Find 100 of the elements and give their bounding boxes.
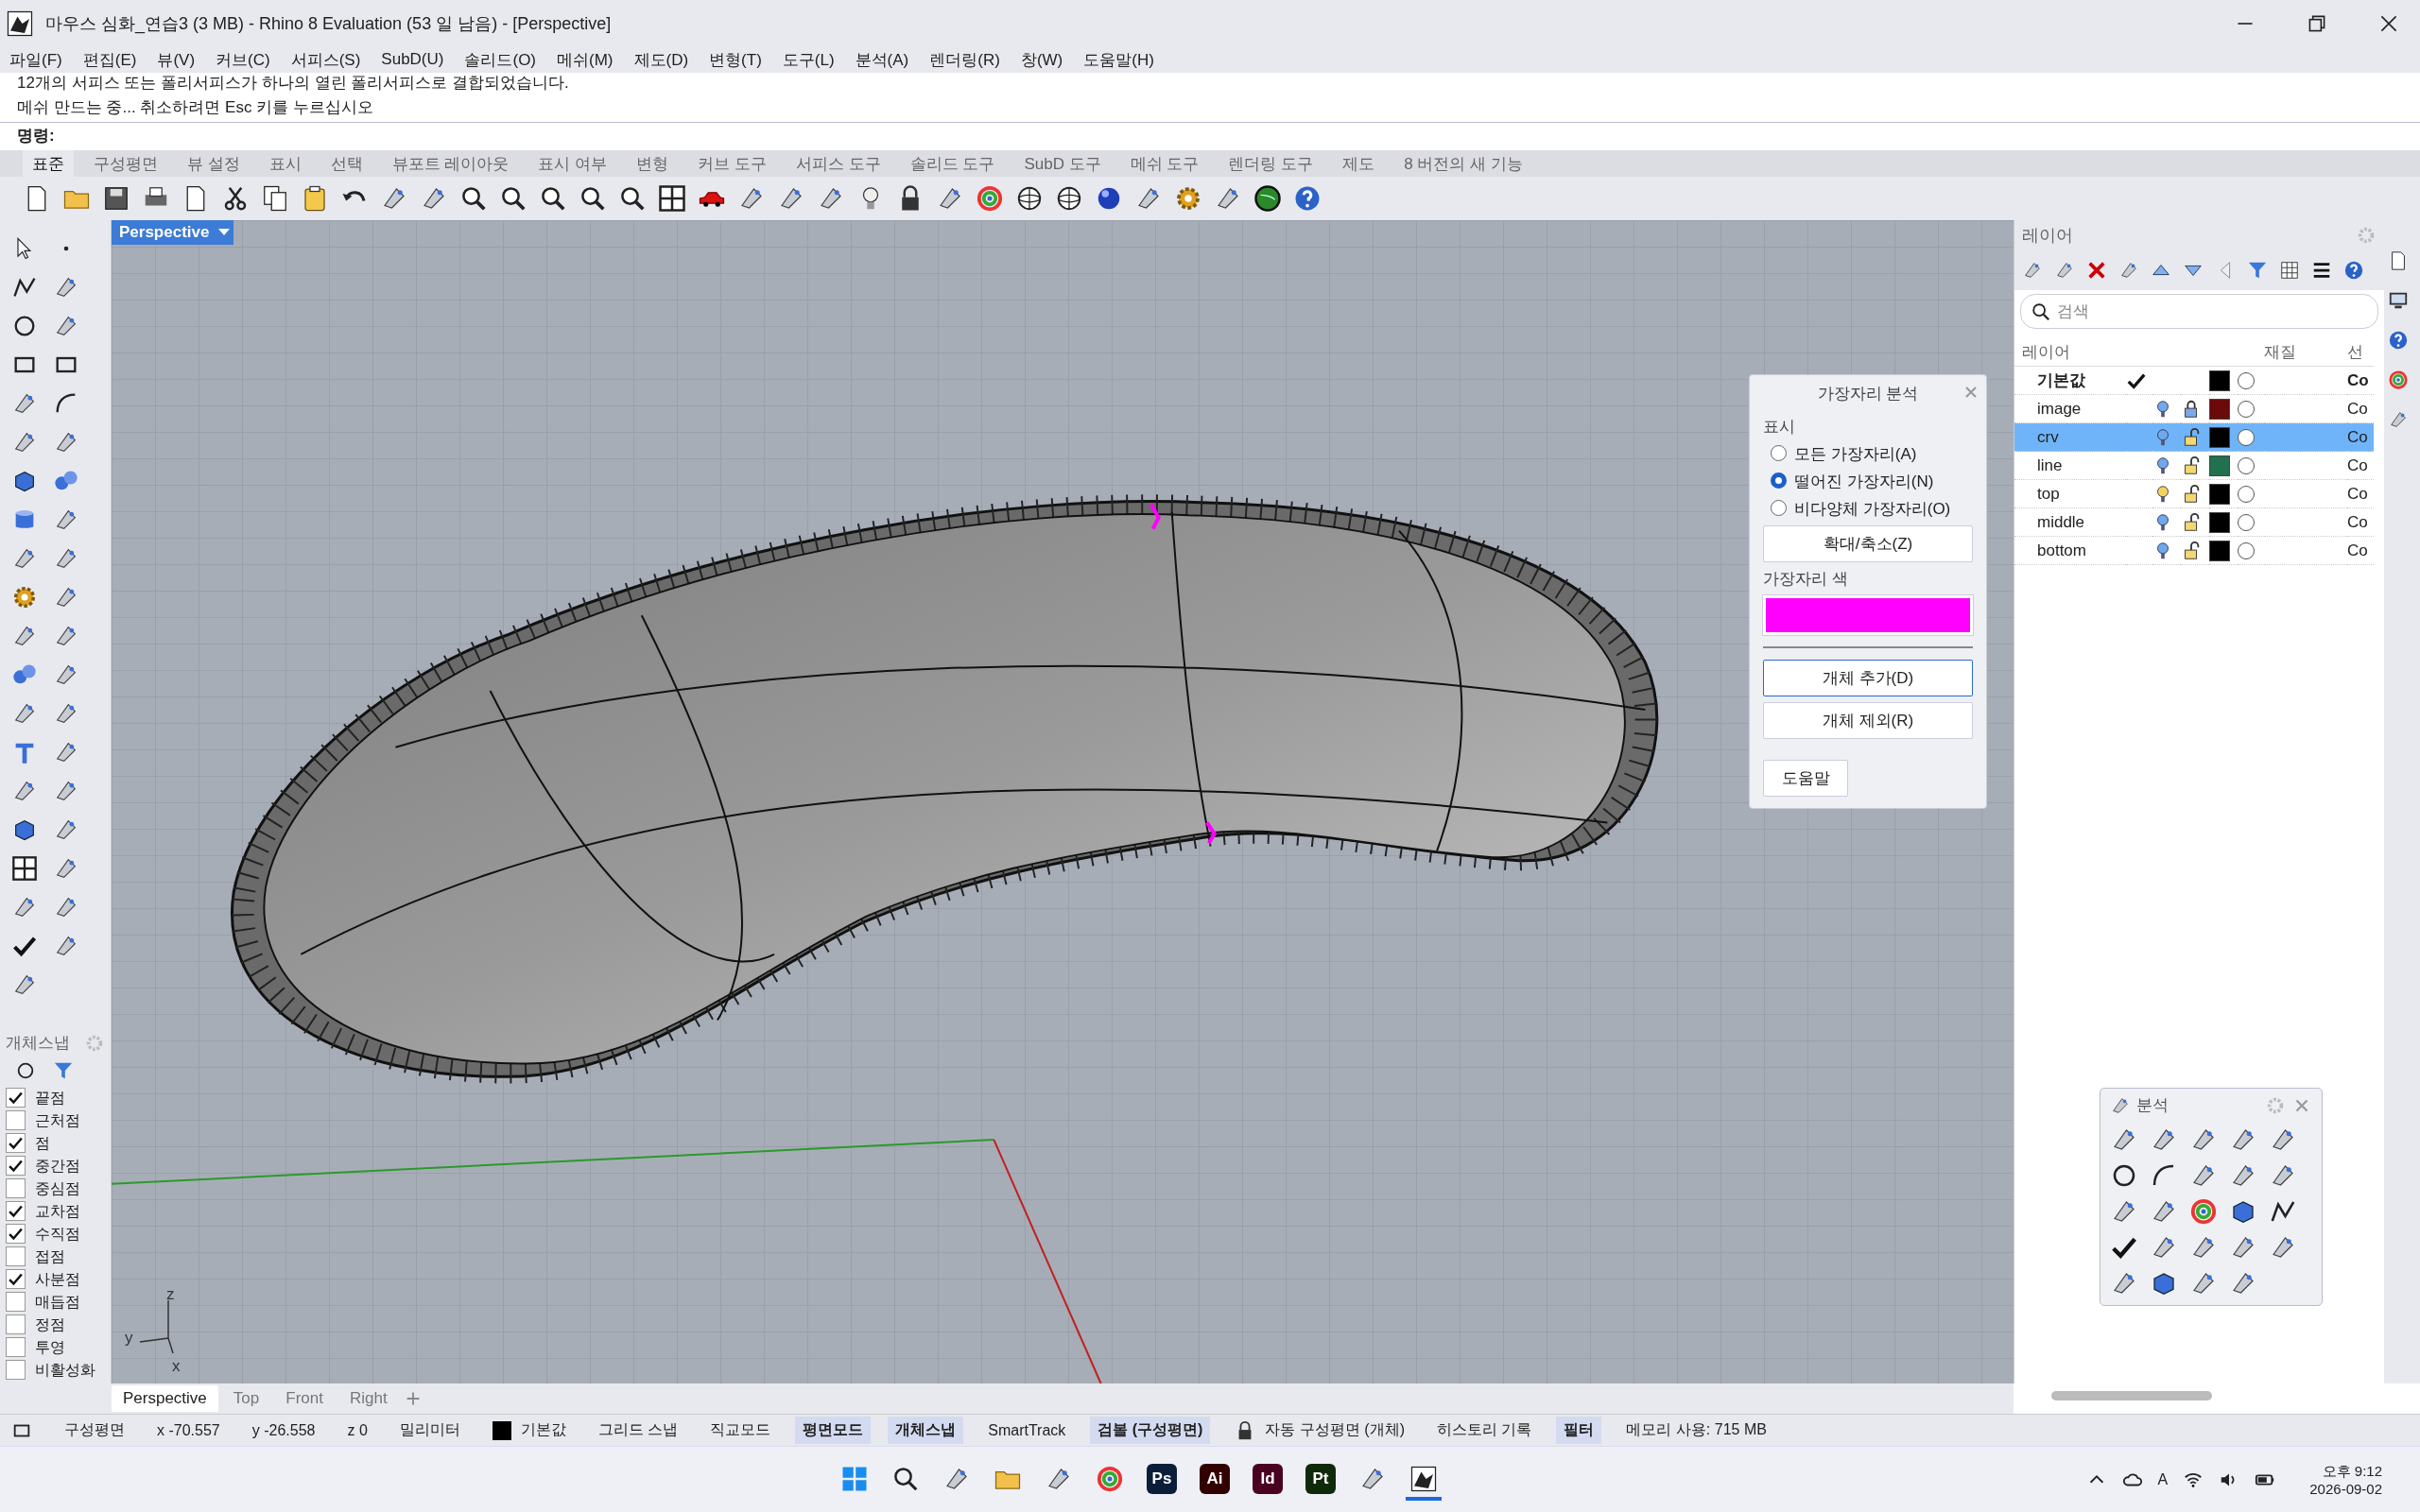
snap-target-icon[interactable]: [15, 1060, 36, 1081]
app-button[interactable]: Ps: [1147, 1463, 1177, 1494]
delete-icon[interactable]: [2086, 260, 2107, 281]
toolbar-tab[interactable]: 변형: [636, 152, 669, 175]
color-swatch[interactable]: [1763, 595, 1973, 635]
layer-row[interactable]: bottom Co: [2014, 537, 2384, 565]
toolbar-tab[interactable]: 8 버전의 새 기능: [1404, 152, 1523, 175]
menu-item[interactable]: 메쉬(M): [557, 48, 614, 71]
menu-item[interactable]: 서피스(S): [290, 48, 361, 71]
funnel-icon[interactable]: [2247, 260, 2268, 281]
checkbox[interactable]: [6, 1133, 26, 1153]
app-button[interactable]: Id: [1253, 1463, 1283, 1494]
layer-row[interactable]: top Co: [2014, 480, 2384, 508]
app-icon[interactable]: [1409, 1464, 1438, 1493]
checkbox[interactable]: [6, 1088, 26, 1108]
status-toggle[interactable]: 그리드 스냅: [597, 1420, 679, 1440]
viewport-title[interactable]: Perspective: [112, 220, 234, 245]
dialog-button[interactable]: 개체 추가(D): [1763, 660, 1973, 696]
sphere-icon[interactable]: [1055, 184, 1083, 213]
magnifier-icon[interactable]: [499, 184, 527, 213]
status-toggle[interactable]: SmartTrack: [988, 1421, 1066, 1439]
help-icon[interactable]: [2388, 330, 2409, 351]
checkbox[interactable]: [6, 1246, 26, 1266]
toolbar-tab[interactable]: 커브 도구: [698, 152, 767, 175]
status-toggle[interactable]: 직교모드: [710, 1420, 771, 1440]
menu-item[interactable]: 도구(L): [782, 48, 835, 71]
viewport-tab[interactable]: Perspective: [112, 1385, 218, 1412]
tool-icon[interactable]: [2388, 409, 2409, 430]
menu-item[interactable]: SubD(U): [381, 50, 444, 69]
toolbar-tab[interactable]: 선택: [330, 152, 363, 175]
tool-icon[interactable]: [2054, 260, 2075, 281]
checkbox[interactable]: [6, 1110, 26, 1130]
layer-color-swatch[interactable]: [2209, 511, 2230, 533]
clock-date[interactable]: 2026-09-02: [2309, 1480, 2382, 1497]
table-icon[interactable]: [2279, 260, 2300, 281]
menu-item[interactable]: 변형(T): [709, 48, 762, 71]
menu-item[interactable]: 편집(E): [82, 48, 137, 71]
status-toggle[interactable]: 평면모드: [795, 1417, 872, 1444]
toolbar-tab[interactable]: 솔리드 도구: [909, 152, 995, 175]
toolbar-tab[interactable]: 표시: [268, 152, 302, 175]
status-toggle[interactable]: 히스토리 기록: [1436, 1420, 1532, 1440]
zoom-button[interactable]: 확대/축소(Z): [1763, 525, 1973, 562]
layer-row[interactable]: crv Co: [2014, 423, 2384, 452]
checkbox[interactable]: [6, 1178, 26, 1198]
menu-icon[interactable]: [2311, 260, 2332, 281]
material-circle-icon[interactable]: [2238, 456, 2255, 474]
grid-icon[interactable]: [11, 855, 38, 882]
gear-icon[interactable]: [11, 584, 38, 610]
toolbar-tab[interactable]: SubD 도구: [1024, 152, 1101, 175]
layer-row[interactable]: 기본값 Co: [2014, 367, 2384, 395]
toolbar-tab[interactable]: 표준: [23, 148, 74, 179]
magnifier-icon[interactable]: [459, 184, 488, 213]
material-circle-icon[interactable]: [2238, 513, 2255, 531]
toolbar-tab[interactable]: 메쉬 도구: [1130, 152, 1200, 175]
app-button[interactable]: Pt: [1305, 1463, 1336, 1494]
material-circle-icon[interactable]: [2238, 428, 2255, 446]
viewport[interactable]: Perspective z y x 가장자리 분석 표시 모든 가장자리(A) 떨어진 가장자리(N) 비다양체 가장자리(O) 확대/축소(Z) 가장자리 색 개체 추가(D) 개체 제외(R) 도움말: [112, 220, 2014, 1383]
menu-item[interactable]: 분석(A): [855, 48, 909, 71]
checkbox[interactable]: [6, 1269, 26, 1289]
sphere-icon[interactable]: [1015, 184, 1044, 213]
surface-drawing[interactable]: [231, 494, 1658, 1084]
scrollbar[interactable]: [2051, 1391, 2212, 1400]
radio-button[interactable]: [1771, 472, 1787, 489]
toolbar-tab[interactable]: 렌더링 도구: [1228, 152, 1314, 175]
help-button[interactable]: 도움말: [1763, 760, 1848, 797]
checkbox[interactable]: [6, 1201, 26, 1221]
layer-color-swatch[interactable]: [2209, 398, 2230, 420]
color-wheel-icon[interactable]: [2189, 1197, 2218, 1226]
status-toggle[interactable]: 개체스냅: [888, 1417, 964, 1444]
status-toggle[interactable]: 필터: [1556, 1417, 1602, 1444]
radio-button[interactable]: [1771, 500, 1787, 516]
toolbar-tab[interactable]: 구성평면: [94, 152, 158, 175]
menu-item[interactable]: 파일(F): [9, 48, 62, 71]
color-wheel-icon[interactable]: [976, 184, 1004, 213]
checkbox[interactable]: [6, 1156, 26, 1176]
magnifier-icon[interactable]: [618, 184, 647, 213]
layer-color-swatch[interactable]: [2209, 540, 2230, 561]
tool-icon[interactable]: [2022, 260, 2043, 281]
copy-icon[interactable]: [261, 184, 289, 213]
layer-row[interactable]: middle Co: [2014, 508, 2384, 537]
monitor-icon[interactable]: [2388, 290, 2409, 311]
funnel-icon[interactable]: [53, 1060, 74, 1081]
material-circle-icon[interactable]: [2238, 400, 2255, 418]
toolbar-tab[interactable]: 표시 여부: [538, 152, 608, 175]
clock-time[interactable]: 오후 9:12: [2322, 1462, 2382, 1481]
menu-item[interactable]: 창(W): [1020, 48, 1063, 71]
checkbox[interactable]: [6, 1314, 26, 1334]
globe-icon[interactable]: [1253, 184, 1282, 213]
checkbox[interactable]: [6, 1337, 26, 1357]
checkbox[interactable]: [6, 1224, 26, 1244]
menu-item[interactable]: 도움말(H): [1083, 48, 1154, 71]
status-layer[interactable]: 기본값: [520, 1420, 566, 1440]
help-icon[interactable]: [1293, 184, 1322, 213]
viewport-tab[interactable]: Front: [274, 1385, 335, 1412]
checkbox[interactable]: [6, 1360, 26, 1380]
menu-item[interactable]: 제도(D): [633, 48, 689, 71]
search-field[interactable]: 검색: [2020, 294, 2378, 329]
magnifier-icon[interactable]: [539, 184, 567, 213]
layer-color-swatch[interactable]: [2209, 369, 2230, 391]
app-button[interactable]: Ai: [1200, 1463, 1230, 1494]
